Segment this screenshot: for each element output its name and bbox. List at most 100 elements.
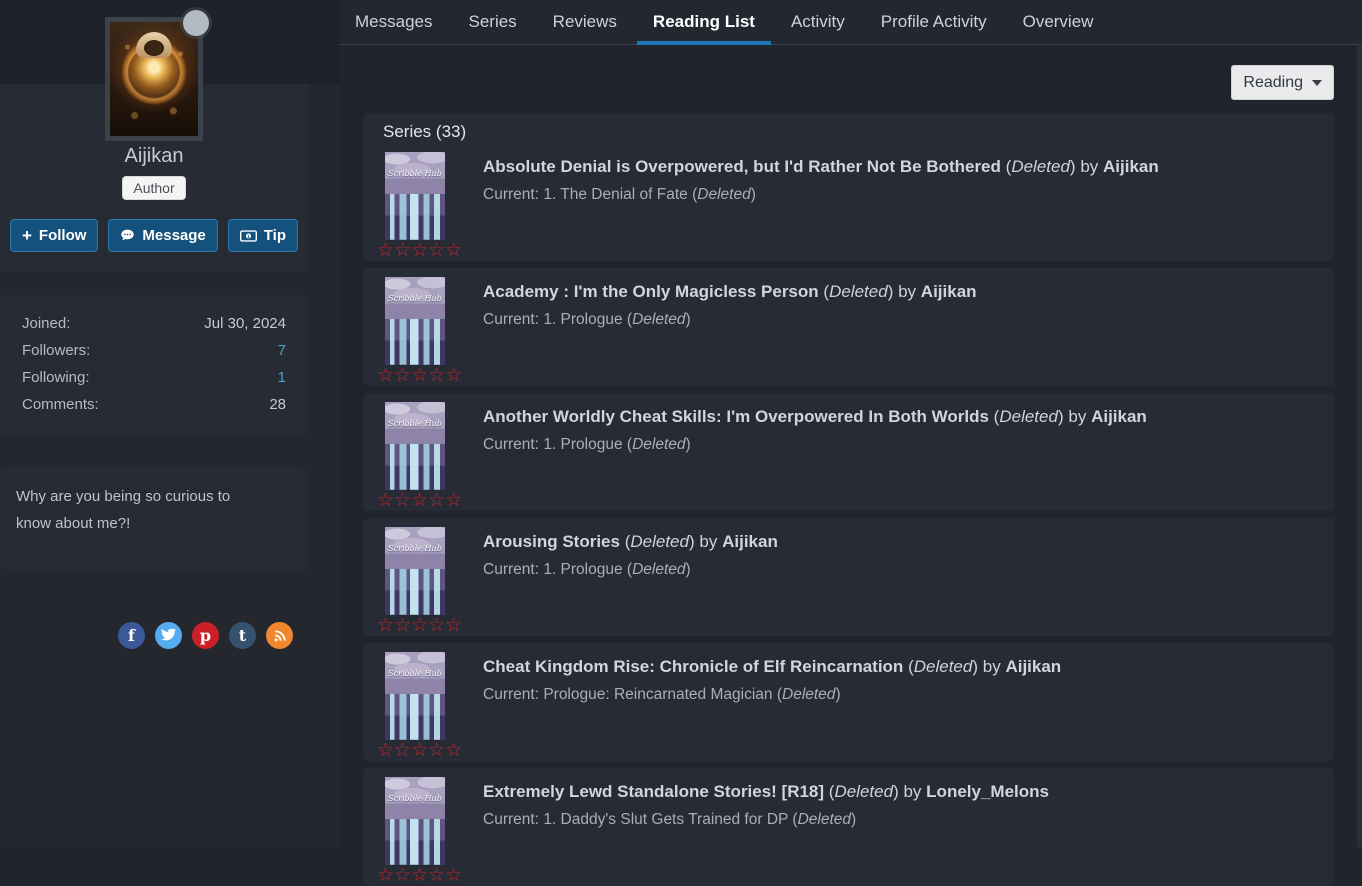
series-title-line: Arousing Stories (Deleted) by Aijikan (483, 529, 1314, 554)
series-cover-thumbnail[interactable]: Scribble Hub (385, 402, 445, 490)
deleted-flag: (Deleted) (627, 561, 691, 578)
tab-series[interactable]: Series (468, 0, 516, 45)
entry-body: Another Worldly Cheat Skills: I'm Overpo… (363, 393, 1334, 457)
main-content: Messages Series Reviews Reading List Act… (340, 0, 1362, 847)
profile-actions: + Follow Message 1 Tip (0, 219, 308, 252)
stat-row-following: Following: 1 (22, 364, 286, 391)
deleted-flag: (Deleted) (625, 532, 695, 551)
deleted-flag: (Deleted) (777, 686, 841, 703)
current-chapter-link[interactable]: Prologue: Reincarnated Magician (543, 686, 772, 703)
followers-count-link[interactable]: 7 (278, 337, 286, 364)
deleted-flag: (Deleted) (692, 186, 756, 203)
series-author-link[interactable]: Aijikan (1091, 407, 1147, 426)
deleted-flag: (Deleted) (994, 407, 1064, 426)
cover-site-label: Scribble Hub (385, 169, 445, 178)
username: Aijikan (0, 145, 308, 168)
reading-list-cards: Series (33) Scribble Hub ☆☆☆☆☆ Absolute … (363, 113, 1334, 886)
message-button[interactable]: Message (108, 219, 217, 252)
series-title[interactable]: Another Worldly Cheat Skills: I'm Overpo… (483, 407, 989, 426)
pinterest-icon[interactable]: p (192, 622, 219, 649)
tab-overview[interactable]: Overview (1023, 0, 1094, 45)
entry-body: Academy : I'm the Only Magicless Person … (363, 268, 1334, 332)
tip-button[interactable]: 1 Tip (228, 219, 298, 252)
rating-stars[interactable]: ☆☆☆☆☆ (377, 364, 462, 386)
by-label: by (699, 532, 717, 551)
series-title[interactable]: Cheat Kingdom Rise: Chronicle of Elf Rei… (483, 657, 903, 676)
by-label: by (1080, 157, 1098, 176)
rating-stars[interactable]: ☆☆☆☆☆ (377, 614, 462, 636)
rating-stars[interactable]: ☆☆☆☆☆ (377, 239, 462, 261)
profile-bio-card: Why are you being so curious to know abo… (0, 467, 308, 570)
stat-value: 28 (269, 391, 286, 418)
status-indicator (183, 10, 209, 36)
current-chapter-link[interactable]: 1. Daddy's Slut Gets Trained for DP (543, 811, 788, 828)
series-cover-thumbnail[interactable]: Scribble Hub (385, 527, 445, 615)
cover-site-label: Scribble Hub (385, 294, 445, 303)
reading-list-entry: Scribble Hub ☆☆☆☆☆ Arousing Stories (Del… (363, 518, 1334, 636)
series-author-link[interactable]: Aijikan (1103, 157, 1159, 176)
tab-activity[interactable]: Activity (791, 0, 845, 45)
stat-label: Following: (22, 364, 90, 391)
series-cover-thumbnail[interactable]: Scribble Hub (385, 777, 445, 865)
stat-row-joined: Joined: Jul 30, 2024 (22, 310, 286, 337)
rating-stars[interactable]: ☆☆☆☆☆ (377, 739, 462, 761)
twitter-icon[interactable] (155, 622, 182, 649)
tab-messages[interactable]: Messages (355, 0, 432, 45)
current-chapter-link[interactable]: 1. Prologue (543, 311, 622, 328)
series-author-link[interactable]: Lonely_Melons (926, 782, 1049, 801)
series-title[interactable]: Academy : I'm the Only Magicless Person (483, 282, 819, 301)
plus-icon: + (22, 229, 32, 243)
reading-list-entry: Scribble Hub ☆☆☆☆☆ Another Worldly Cheat… (363, 393, 1334, 511)
svg-text:1: 1 (247, 233, 250, 239)
rating-stars[interactable]: ☆☆☆☆☆ (377, 489, 462, 511)
deleted-flag: (Deleted) (627, 436, 691, 453)
series-cover-thumbnail[interactable]: Scribble Hub (385, 652, 445, 740)
cover-site-label: Scribble Hub (385, 794, 445, 803)
entry-body: Extremely Lewd Standalone Stories! [R18]… (363, 768, 1334, 832)
current-label: Current: (483, 561, 539, 578)
series-title[interactable]: Absolute Denial is Overpowered, but I'd … (483, 157, 1001, 176)
speech-bubble-icon (120, 229, 135, 242)
series-title[interactable]: Arousing Stories (483, 532, 620, 551)
series-author-link[interactable]: Aijikan (1005, 657, 1061, 676)
series-author-link[interactable]: Aijikan (921, 282, 977, 301)
follow-button[interactable]: + Follow (10, 219, 98, 252)
series-cover-thumbnail[interactable]: Scribble Hub (385, 277, 445, 365)
cover-site-label: Scribble Hub (385, 669, 445, 678)
facebook-icon[interactable]: f (118, 622, 145, 649)
deleted-flag: (Deleted) (627, 311, 691, 328)
entry-body: Absolute Denial is Overpowered, but I'd … (363, 143, 1334, 207)
deleted-flag: (Deleted) (829, 782, 899, 801)
reading-list-entry: Scribble Hub ☆☆☆☆☆ Extremely Lewd Standa… (363, 768, 1334, 886)
series-cover-thumbnail[interactable]: Scribble Hub (385, 152, 445, 240)
current-label: Current: (483, 686, 539, 703)
tab-reviews[interactable]: Reviews (553, 0, 617, 45)
stat-label: Followers: (22, 337, 90, 364)
reading-list-entry: Scribble Hub ☆☆☆☆☆ Absolute Denial is Ov… (363, 143, 1334, 261)
series-title-line: Another Worldly Cheat Skills: I'm Overpo… (483, 404, 1314, 429)
tumblr-icon[interactable]: t (229, 622, 256, 649)
entry-body: Cheat Kingdom Rise: Chronicle of Elf Rei… (363, 643, 1334, 707)
by-label: by (903, 782, 921, 801)
series-count-header: Series (33) (363, 113, 1334, 143)
reading-list-card: Scribble Hub ☆☆☆☆☆ Cheat Kingdom Rise: C… (363, 643, 1334, 761)
reading-list-filter-select[interactable]: Reading (1231, 65, 1334, 100)
current-chapter-link[interactable]: 1. Prologue (543, 436, 622, 453)
scrollbar[interactable] (1357, 46, 1362, 847)
current-chapter-link[interactable]: 1. Prologue (543, 561, 622, 578)
rss-icon[interactable] (266, 622, 293, 649)
reading-list-entry: Scribble Hub ☆☆☆☆☆ Cheat Kingdom Rise: C… (363, 643, 1334, 761)
series-author-link[interactable]: Aijikan (722, 532, 778, 551)
rating-stars[interactable]: ☆☆☆☆☆ (377, 864, 462, 886)
deleted-flag: (Deleted) (1006, 157, 1076, 176)
author-badge: Author (122, 176, 185, 200)
series-title[interactable]: Extremely Lewd Standalone Stories! [R18] (483, 782, 824, 801)
reading-list-card: Scribble Hub ☆☆☆☆☆ Academy : I'm the Onl… (363, 268, 1334, 386)
tab-reading-list[interactable]: Reading List (653, 0, 755, 45)
series-title-line: Cheat Kingdom Rise: Chronicle of Elf Rei… (483, 654, 1314, 679)
avatar[interactable] (105, 17, 203, 141)
current-chapter-link[interactable]: 1. The Denial of Fate (543, 186, 687, 203)
following-count-link[interactable]: 1 (278, 364, 286, 391)
tab-profile-activity[interactable]: Profile Activity (881, 0, 987, 45)
social-share-row: f p t (118, 622, 293, 649)
